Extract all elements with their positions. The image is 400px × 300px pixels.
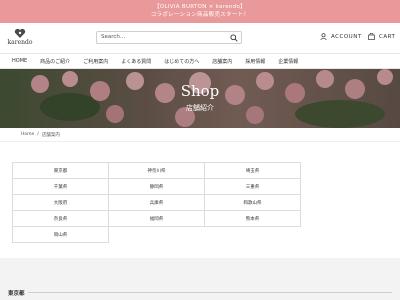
search-input[interactable]: Search...: [96, 31, 242, 44]
breadcrumb-home[interactable]: Home: [21, 132, 34, 137]
prefecture-link-saitama[interactable]: 埼玉県: [204, 162, 301, 179]
cart-label: CART: [379, 33, 396, 40]
hero-banner: Shop 店舗紹介: [0, 69, 400, 128]
nav-item-products[interactable]: 商品のご紹介: [40, 58, 70, 65]
prefecture-link-tokyo[interactable]: 東京都: [12, 162, 109, 179]
search-icon[interactable]: [230, 34, 238, 42]
nav-item-first-time[interactable]: はじめての方へ: [164, 58, 199, 65]
account-label: ACCOUNT: [331, 33, 362, 40]
prefecture-link-chiba[interactable]: 千葉県: [12, 178, 109, 195]
nav-item-home[interactable]: HOME: [12, 58, 27, 64]
hero-subtitle: 店舗紹介: [186, 104, 214, 112]
breadcrumb-separator: /: [37, 132, 39, 137]
announcement-bar[interactable]: 【OLIVIA BURTON × karendo】 コラボレーション商品販売スタ…: [0, 0, 400, 23]
prefecture-link-fukuoka[interactable]: 福岡県: [108, 210, 205, 227]
user-icon: [320, 33, 327, 40]
prefecture-link-osaka[interactable]: 大阪府: [12, 194, 109, 211]
cart-bag-icon: [368, 33, 375, 40]
prefecture-link-kanagawa[interactable]: 神奈川県: [108, 162, 205, 179]
prefecture-grid: 東京都 神奈川県 埼玉県 千葉県 静岡県 三重県 大阪府 兵庫県 和歌山県 奈良…: [12, 162, 301, 243]
prefecture-link-hyogo[interactable]: 兵庫県: [108, 194, 205, 211]
nav-item-company[interactable]: 企業情報: [278, 58, 298, 65]
main-nav: HOME 商品のご紹介 ご利用案内 よくある質問 はじめての方へ 店舗案内 採用…: [0, 53, 400, 69]
prefecture-link-kumamoto[interactable]: 熊本県: [204, 210, 301, 227]
prefecture-link-nara[interactable]: 奈良県: [12, 210, 109, 227]
breadcrumb: Home / 店舗案内: [0, 128, 400, 142]
prefecture-link-mie[interactable]: 三重県: [204, 178, 301, 195]
site-logo[interactable]: karendo: [7, 28, 33, 46]
breadcrumb-current: 店舗案内: [41, 132, 60, 138]
announcement-line-1[interactable]: 【OLIVIA BURTON × karendo】: [0, 3, 400, 11]
search-placeholder: Search...: [101, 34, 126, 40]
nav-item-stores[interactable]: 店舗案内: [212, 58, 232, 65]
nav-item-recruit[interactable]: 採用情報: [245, 58, 265, 65]
section-divider: [28, 292, 392, 293]
hero-title: Shop: [180, 82, 220, 100]
prefecture-link-shizuoka[interactable]: 静岡県: [108, 178, 205, 195]
site-header: karendo Search... ACCOUNT CART: [0, 23, 400, 53]
store-list-section: [0, 258, 400, 300]
logo-heart-icon: [14, 28, 26, 38]
announcement-line-2[interactable]: コラボレーション商品販売スタート！: [0, 11, 400, 19]
section-title-tokyo: 東京都: [8, 291, 25, 297]
nav-item-faq[interactable]: よくある質問: [121, 58, 151, 65]
account-link[interactable]: ACCOUNT: [320, 33, 362, 40]
prefecture-link-wakayama[interactable]: 和歌山県: [204, 194, 301, 211]
prefecture-link-okayama[interactable]: 岡山県: [12, 226, 109, 243]
cart-link[interactable]: CART: [368, 33, 395, 40]
logo-text: karendo: [7, 39, 33, 46]
nav-item-guide[interactable]: ご利用案内: [83, 58, 108, 65]
